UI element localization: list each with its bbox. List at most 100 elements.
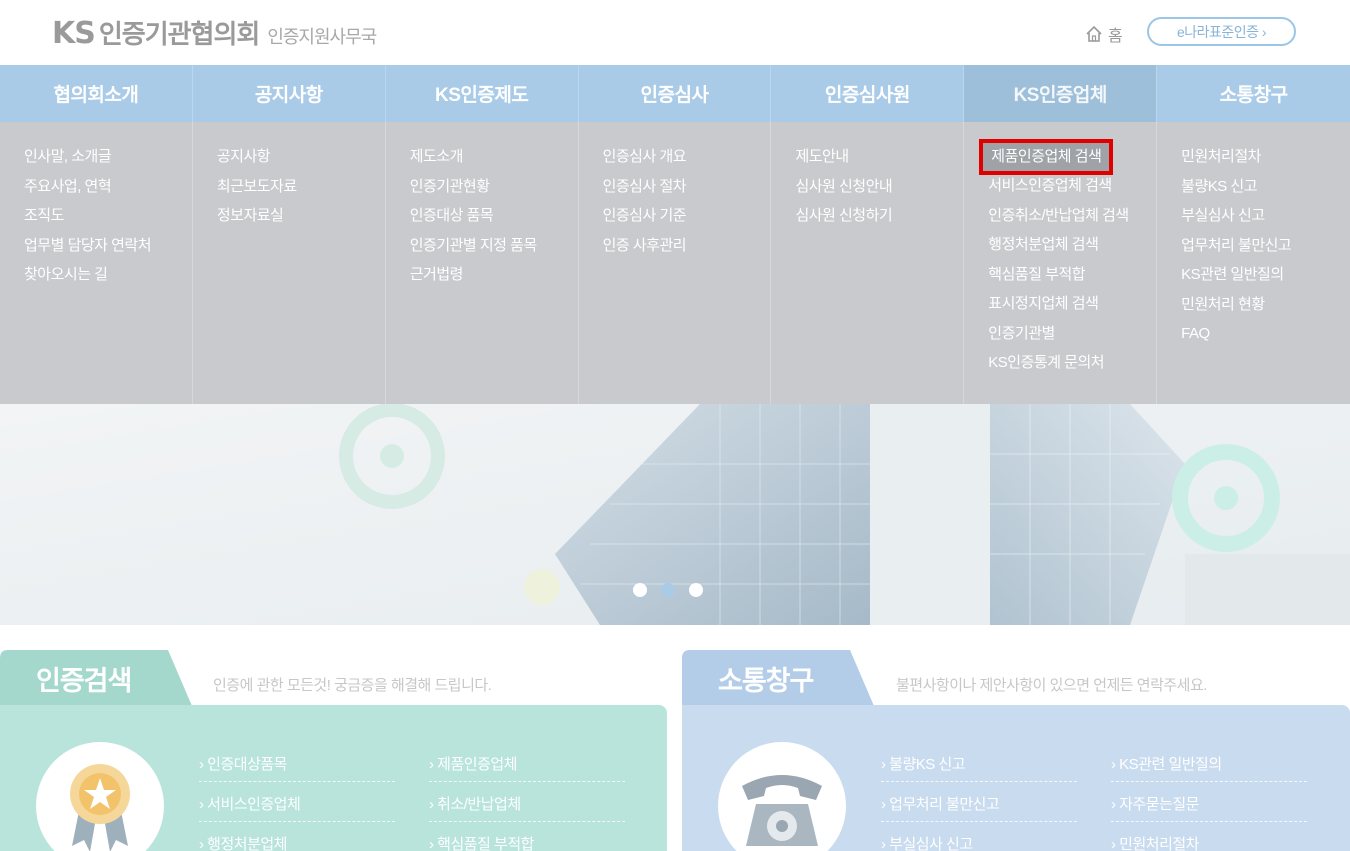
mega-menu-item[interactable]: 부실심사 신고: [1181, 205, 1350, 235]
nav-audit[interactable]: 인증심사: [579, 65, 772, 122]
link-service-cert-companies[interactable]: › 서비스인증업체: [199, 793, 301, 814]
nav-notice[interactable]: 공지사항: [193, 65, 386, 122]
mega-col-list: 민원처리절차 불량KS 신고 부실심사 신고 업무처리 불만신고 KS관련 일반질의 민원…: [1181, 146, 1350, 353]
main-navigation: 협의회소개 공지사항 KS인증제도 인증심사 인증심사원 KS인증업체 소통창구: [0, 65, 1350, 122]
mega-col-about: 인사말, 소개글 주요사업, 연혁 조직도 업무별 담당자 연락처 찾아오시는 길: [0, 122, 193, 404]
banner-pagination: [633, 583, 703, 597]
link-poor-audit-report[interactable]: › 부실심사 신고: [881, 833, 973, 851]
link-product-cert-companies[interactable]: › 제품인증업체: [429, 753, 517, 774]
mega-menu-item[interactable]: 핵심품질 부적합: [988, 264, 1156, 294]
home-label: 홈: [1108, 28, 1123, 45]
mega-menu-item[interactable]: 제도안내: [795, 146, 963, 176]
mega-col-list: 제도안내 심사원 신청안내 심사원 신청하기: [795, 146, 963, 235]
mega-menu-item[interactable]: 인증심사 개요: [603, 146, 771, 176]
enara-standard-link[interactable]: e나라표준인증 ›: [1147, 17, 1296, 46]
mega-menu-item[interactable]: KS인증통계 문의처: [988, 352, 1156, 382]
mega-menu-item[interactable]: 인사말, 소개글: [24, 146, 192, 176]
mega-menu-item[interactable]: FAQ: [1181, 323, 1350, 353]
mega-col-list: 인증심사 개요 인증심사 절차 인증심사 기준 인증 사후관리: [603, 146, 771, 264]
divider: [199, 781, 395, 782]
link-cancelled-companies[interactable]: › 취소/반납업체: [429, 793, 521, 814]
mega-menu-item[interactable]: 서비스인증업체 검색: [988, 175, 1156, 205]
slide-dot-3[interactable]: [689, 583, 703, 597]
divider: [1111, 781, 1307, 782]
mega-menu-item[interactable]: 최근보도자료: [217, 176, 385, 206]
award-circle: [36, 742, 164, 851]
divider: [881, 821, 1077, 822]
mega-menu-item[interactable]: 심사원 신청하기: [795, 205, 963, 235]
logo-org-name: 인증기관협의회: [98, 20, 260, 50]
link-core-quality-nonconformity[interactable]: › 핵심품질 부적합: [429, 833, 534, 851]
divider: [429, 821, 625, 822]
mega-menu-item[interactable]: 민원처리 현황: [1181, 294, 1350, 324]
slide-dot-2[interactable]: [661, 583, 675, 597]
nav-ks-system[interactable]: KS인증제도: [386, 65, 579, 122]
communication-panel: 소통창구 불편사항이나 제안사항이 있으면 언제든 연락주세요. › 불량KS …: [682, 650, 1350, 851]
mega-menu-item[interactable]: 조직도: [24, 205, 192, 235]
link-admin-sanction-companies[interactable]: › 행정처분업체: [199, 833, 287, 851]
mega-col-ks-system: 제도소개 인증기관현황 인증대상 품목 인증기관별 지정 품목 근거법령: [386, 122, 579, 404]
nav-communication[interactable]: 소통창구: [1157, 65, 1350, 122]
mega-menu-item[interactable]: 인증기관별 지정 품목: [410, 235, 578, 265]
mega-col-list: 공지사항 최근보도자료 정보자료실: [217, 146, 385, 235]
mega-col-list: 인사말, 소개글 주요사업, 연혁 조직도 업무별 담당자 연락처 찾아오시는 길: [24, 146, 192, 294]
mega-menu-item[interactable]: 인증기관별: [988, 323, 1156, 353]
mega-menu-item[interactable]: 인증심사 기준: [603, 205, 771, 235]
site-logo[interactable]: KS 인증기관협의회 인증지원사무국: [52, 14, 377, 51]
mega-menu-item-highlighted[interactable]: 제품인증업체 검색: [979, 139, 1114, 175]
comm-panel-title: 소통창구: [718, 665, 814, 696]
mega-col-list: 제품인증업체 검색 서비스인증업체 검색 인증취소/반납업체 검색 행정처분업체 검색…: [979, 139, 1156, 382]
mega-menu-item[interactable]: 심사원 신청안내: [795, 176, 963, 206]
site-header: KS 인증기관협의회 인증지원사무국 홈 e나라표준인증 ›: [0, 0, 1350, 65]
comm-panel-desc: 불편사항이나 제안사항이 있으면 언제든 연락주세요.: [896, 677, 1207, 694]
mega-col-ks-companies: 제품인증업체 검색 서비스인증업체 검색 인증취소/반납업체 검색 행정처분업체 검색…: [964, 122, 1158, 404]
mega-col-auditor: 제도안내 심사원 신청안내 심사원 신청하기: [771, 122, 965, 404]
slide-dot-1[interactable]: [633, 583, 647, 597]
mega-menu-item[interactable]: KS관련 일반질의: [1181, 264, 1350, 294]
mega-menu-item[interactable]: 근거법령: [410, 264, 578, 294]
nav-ks-companies[interactable]: KS인증업체: [964, 65, 1158, 122]
link-defective-ks-report[interactable]: › 불량KS 신고: [881, 753, 966, 774]
link-work-complaint[interactable]: › 업무처리 불만신고: [881, 793, 1000, 814]
mega-menu-item[interactable]: 인증대상 품목: [410, 205, 578, 235]
certification-search-panel: 인증검색 인증에 관한 모든것! 궁금증을 해결해 드립니다. › 인증대상품목…: [0, 650, 667, 851]
mega-menu-item[interactable]: 업무처리 불만신고: [1181, 235, 1350, 265]
mega-menu-item[interactable]: 표시정지업체 검색: [988, 293, 1156, 323]
mega-menu-item[interactable]: 주요사업, 연혁: [24, 176, 192, 206]
mega-menu-item[interactable]: 제도소개: [410, 146, 578, 176]
link-ks-general-inquiry[interactable]: › KS관련 일반질의: [1111, 753, 1222, 774]
mega-menu-item[interactable]: 인증 사후관리: [603, 235, 771, 265]
mega-menu-item[interactable]: 찾아오시는 길: [24, 264, 192, 294]
divider: [199, 821, 395, 822]
mega-menu-item[interactable]: 인증기관현황: [410, 176, 578, 206]
mega-col-communication: 민원처리절차 불량KS 신고 부실심사 신고 업무처리 불만신고 KS관련 일반질의 민원…: [1157, 122, 1350, 404]
mega-menu-item[interactable]: 행정처분업체 검색: [988, 234, 1156, 264]
award-ribbon-icon: [70, 764, 130, 851]
mega-menu-item[interactable]: 불량KS 신고: [1181, 176, 1350, 206]
search-panel-title: 인증검색: [36, 665, 132, 696]
divider: [429, 781, 625, 782]
mega-menu-item[interactable]: 공지사항: [217, 146, 385, 176]
divider: [881, 781, 1077, 782]
mega-col-notice: 공지사항 최근보도자료 정보자료실: [193, 122, 386, 404]
mega-menu-item[interactable]: 정보자료실: [217, 205, 385, 235]
mega-menu-item[interactable]: 업무별 담당자 연락처: [24, 235, 192, 265]
home-icon: [1086, 25, 1102, 42]
home-link[interactable]: 홈: [1085, 22, 1123, 46]
phone-circle: [718, 742, 846, 851]
search-panel-desc: 인증에 관한 모든것! 궁금증을 해결해 드립니다.: [213, 677, 492, 694]
logo-ks-mark: KS: [52, 16, 96, 51]
nav-about[interactable]: 협의회소개: [0, 65, 193, 122]
mega-col-audit: 인증심사 개요 인증심사 절차 인증심사 기준 인증 사후관리: [579, 122, 772, 404]
nav-auditor[interactable]: 인증심사원: [771, 65, 965, 122]
mega-menu-item[interactable]: 인증심사 절차: [603, 176, 771, 206]
link-cert-target-items[interactable]: › 인증대상품목: [199, 753, 287, 774]
mega-col-list: 제도소개 인증기관현황 인증대상 품목 인증기관별 지정 품목 근거법령: [410, 146, 578, 294]
logo-subtitle: 인증지원사무국: [267, 27, 377, 48]
link-complaint-procedure[interactable]: › 민원처리절차: [1111, 833, 1199, 851]
telephone-icon: [742, 775, 822, 846]
mega-menu-item[interactable]: 인증취소/반납업체 검색: [988, 205, 1156, 235]
mega-menu-item[interactable]: 민원처리절차: [1181, 146, 1350, 176]
link-faq[interactable]: › 자주묻는질문: [1111, 793, 1199, 814]
divider: [1111, 821, 1307, 822]
